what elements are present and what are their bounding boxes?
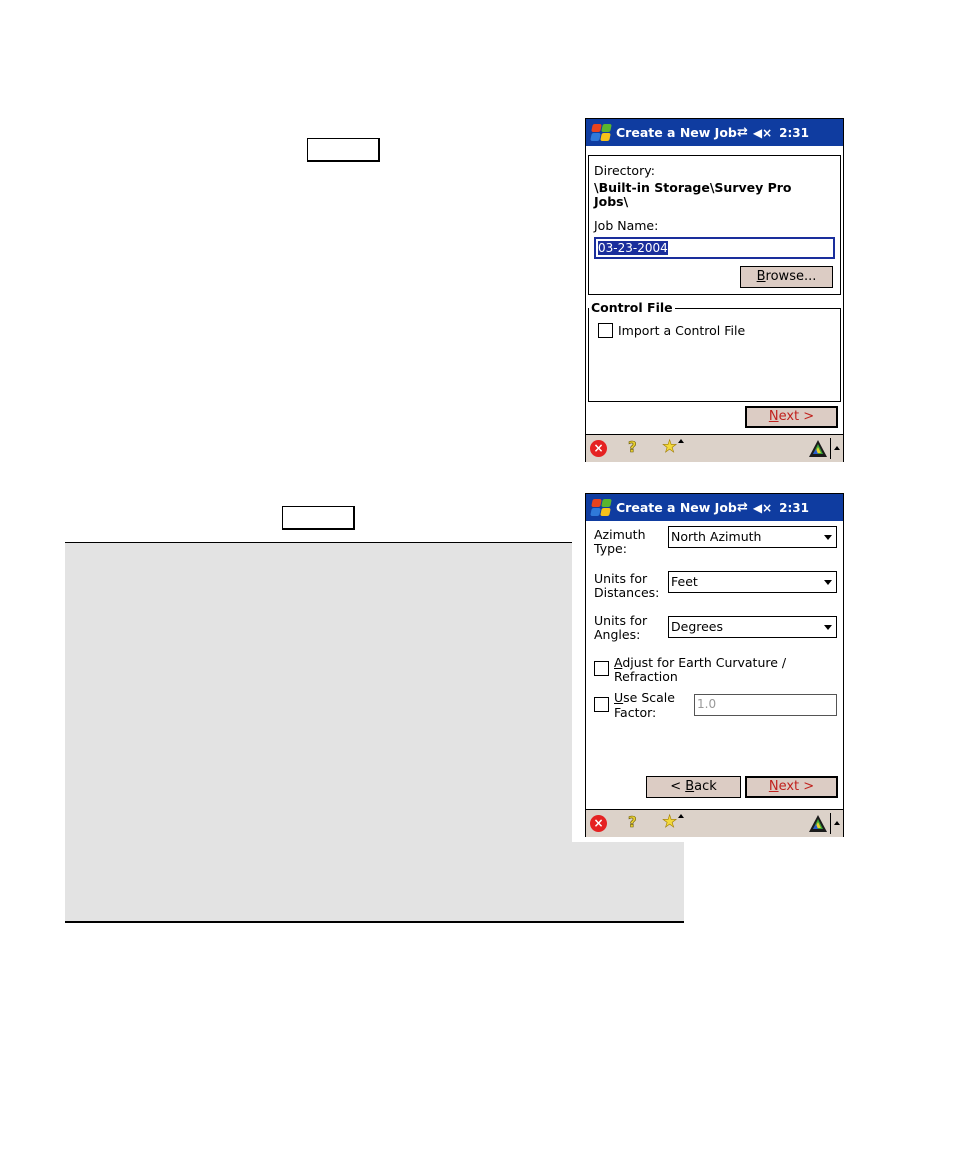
- distance-units-value: Feet: [671, 574, 698, 589]
- angle-units-label-2: Angles:: [594, 627, 641, 642]
- earth-curvature-label-1[interactable]: Adjust for Earth Curvature /: [614, 655, 786, 670]
- sip-up-arrow-icon[interactable]: [834, 446, 840, 450]
- back-label: ack: [694, 779, 717, 794]
- next-accel: N: [768, 409, 779, 424]
- browse-accel: B: [756, 269, 766, 284]
- job-name-input[interactable]: 03-23-2004: [594, 237, 835, 259]
- distance-units-label-2: Distances:: [594, 585, 660, 600]
- help-icon[interactable]: ?: [628, 438, 637, 457]
- browse-button[interactable]: Browse...: [740, 266, 833, 288]
- azimuth-type-value: North Azimuth: [671, 529, 762, 544]
- directory-value-line1: \Built-in Storage\Survey Pro: [594, 180, 792, 195]
- favorites-caret-icon: [678, 814, 684, 818]
- clock[interactable]: 2:31: [779, 126, 809, 140]
- close-icon[interactable]: ×: [590, 815, 607, 832]
- speaker-muted-icon[interactable]: ◀×: [753, 501, 772, 515]
- taskbar: × ? ★: [586, 809, 843, 837]
- scale-factor-input[interactable]: 1.0: [694, 694, 837, 716]
- taskbar: × ? ★: [586, 434, 843, 462]
- earth-curvature-checkbox[interactable]: [594, 661, 609, 676]
- azimuth-type-select[interactable]: North Azimuth: [668, 526, 837, 548]
- curvature-text: djust for Earth Curvature /: [622, 655, 787, 670]
- survey-pro-app-icon[interactable]: [809, 440, 827, 457]
- directory-value-line2: Jobs\: [594, 194, 629, 209]
- taskbar-separator: [830, 813, 831, 834]
- scale-factor-label-1[interactable]: Use Scale: [614, 690, 675, 705]
- import-control-file-label[interactable]: Import a Control File: [618, 323, 745, 338]
- angle-units-value: Degrees: [671, 619, 724, 634]
- distance-units-select[interactable]: Feet: [668, 571, 837, 593]
- help-icon[interactable]: ?: [628, 813, 637, 832]
- back-button[interactable]: < Back: [646, 776, 741, 798]
- azimuth-type-label-1: Azimuth: [594, 527, 646, 542]
- connectivity-icon[interactable]: ⇄: [737, 125, 748, 140]
- sip-up-arrow-icon[interactable]: [834, 821, 840, 825]
- earth-curvature-label-2[interactable]: Refraction: [614, 669, 678, 684]
- job-name-label: Job Name:: [594, 218, 659, 233]
- back-accel: B: [685, 779, 695, 794]
- scale-accel: U: [614, 690, 624, 705]
- scale-text: se Scale: [623, 690, 675, 705]
- window-title: Create a New Job: [616, 125, 737, 140]
- clock[interactable]: 2:31: [779, 501, 809, 515]
- chevron-down-icon: [824, 580, 832, 585]
- azimuth-type-label-2: Type:: [594, 541, 627, 556]
- next-label: ext >: [778, 779, 815, 794]
- next-button[interactable]: Next >: [745, 776, 838, 798]
- next-label: ext >: [778, 409, 815, 424]
- taskbar-separator: [830, 438, 831, 459]
- directory-label: Directory:: [594, 163, 655, 178]
- next-button[interactable]: Next >: [745, 406, 838, 428]
- title-bar: Create a New Job ⇄ ◀× 2:31: [586, 494, 843, 521]
- windows-start-icon[interactable]: [588, 122, 612, 144]
- back-prefix: <: [670, 779, 686, 794]
- job-name-value: 03-23-2004: [598, 241, 668, 255]
- favorites-star-icon[interactable]: ★: [662, 437, 678, 458]
- device-screen-create-job-step2: Create a New Job ⇄ ◀× 2:31 Azimuth Type:…: [585, 493, 844, 837]
- windows-start-icon[interactable]: [588, 497, 612, 519]
- connectivity-icon[interactable]: ⇄: [737, 500, 748, 515]
- window-title: Create a New Job: [616, 500, 737, 515]
- browse-label: rowse...: [765, 269, 817, 284]
- placeholder-box-2: [282, 506, 355, 530]
- control-file-legend: Control File: [589, 300, 675, 315]
- placeholder-box-1: [307, 138, 380, 162]
- speaker-muted-icon[interactable]: ◀×: [753, 126, 772, 140]
- scale-factor-checkbox[interactable]: [594, 697, 609, 712]
- angle-units-select[interactable]: Degrees: [668, 616, 837, 638]
- favorites-caret-icon: [678, 439, 684, 443]
- favorites-star-icon[interactable]: ★: [662, 812, 678, 833]
- scale-factor-label-2[interactable]: Factor:: [614, 705, 656, 720]
- import-control-file-checkbox[interactable]: [598, 323, 613, 338]
- title-bar: Create a New Job ⇄ ◀× 2:31: [586, 119, 843, 146]
- distance-units-label-1: Units for: [594, 571, 648, 586]
- next-accel: N: [768, 779, 779, 794]
- chevron-down-icon: [824, 625, 832, 630]
- angle-units-label-1: Units for: [594, 613, 648, 628]
- survey-pro-app-icon[interactable]: [809, 815, 827, 832]
- device-screen-create-job-step1: Create a New Job ⇄ ◀× 2:31 Directory: \B…: [585, 118, 844, 462]
- close-icon[interactable]: ×: [590, 440, 607, 457]
- chevron-down-icon: [824, 535, 832, 540]
